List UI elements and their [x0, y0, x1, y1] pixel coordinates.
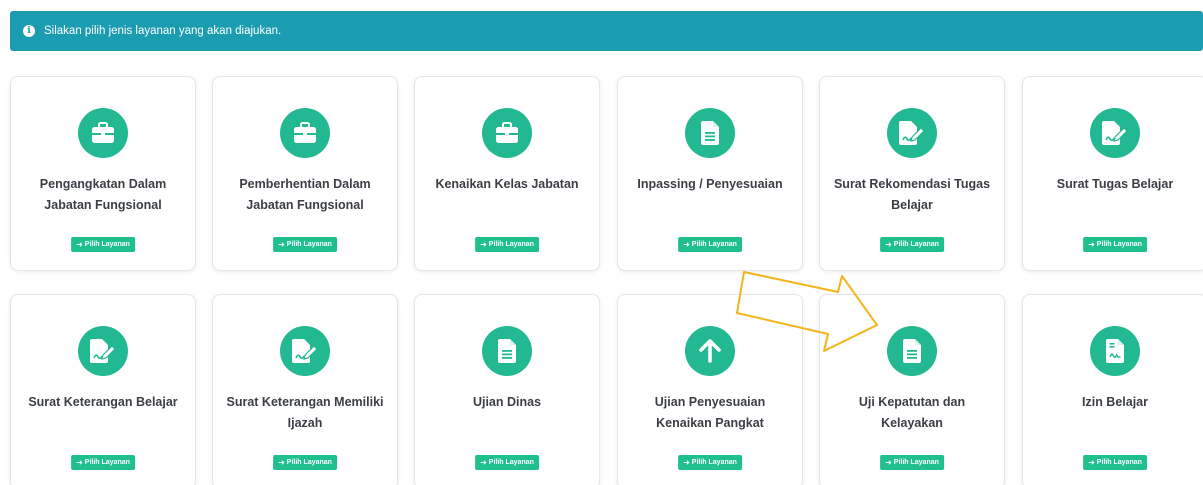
pilih-layanan-button[interactable]: ➜ Pilih Layanan: [678, 237, 742, 252]
briefcase-icon: [280, 108, 330, 158]
pilih-layanan-button[interactable]: ➜ Pilih Layanan: [475, 455, 539, 470]
service-card-uji-kepatutan[interactable]: Uji Kepatutan dan Kelayakan ➜ Pilih Layan…: [819, 294, 1005, 485]
arrow-right-icon: ➜: [1088, 458, 1095, 467]
service-card-pemberhentian[interactable]: Pemberhentian Dalam Jabatan Fungsional ➜…: [212, 76, 398, 271]
signature-edit-icon: [280, 326, 330, 376]
service-title: Ujian Penyesuaian Kenaikan Pangkat: [654, 395, 766, 430]
service-title: Surat Keterangan Memiliki Ijazah: [226, 395, 384, 430]
pilih-layanan-button[interactable]: ➜ Pilih Layanan: [273, 237, 337, 252]
briefcase-icon: [78, 108, 128, 158]
service-card-inpassing[interactable]: Inpassing / Penyesuaian ➜ Pilih Layanan: [617, 76, 803, 271]
pilih-layanan-button[interactable]: ➜ Pilih Layanan: [475, 237, 539, 252]
service-title: Ujian Dinas: [472, 395, 542, 409]
arrow-right-icon: ➜: [885, 458, 892, 467]
service-title: Surat Keterangan Belajar: [28, 395, 178, 409]
pilih-layanan-button[interactable]: ➜ Pilih Layanan: [273, 455, 337, 470]
arrow-right-icon: ➜: [480, 458, 487, 467]
arrow-right-icon: ➜: [480, 240, 487, 249]
briefcase-icon: [482, 108, 532, 158]
service-title: Kenaikan Kelas Jabatan: [435, 177, 579, 191]
arrow-right-icon: ➜: [76, 458, 83, 467]
service-card-surat-keterangan-belajar[interactable]: Surat Keterangan Belajar ➜ Pilih Layanan: [10, 294, 196, 485]
info-icon: i: [23, 25, 35, 37]
service-card-surat-keterangan-ijazah[interactable]: Surat Keterangan Memiliki Ijazah ➜ Pilih …: [212, 294, 398, 485]
service-card-kenaikan-kelas[interactable]: Kenaikan Kelas Jabatan ➜ Pilih Layanan: [414, 76, 600, 271]
pilih-layanan-button[interactable]: ➜ Pilih Layanan: [1083, 455, 1147, 470]
signed-document-icon: [1090, 326, 1140, 376]
service-title: Pengangkatan Dalam Jabatan Fungsional: [39, 177, 167, 212]
pilih-layanan-button[interactable]: ➜ Pilih Layanan: [880, 237, 944, 252]
service-card-rekomendasi-tugas-belajar[interactable]: Surat Rekomendasi Tugas Belajar ➜ Pilih L…: [819, 76, 1005, 271]
alert-text: Silakan pilih jenis layanan yang akan di…: [44, 25, 282, 37]
service-card-ujian-penyesuaian[interactable]: Ujian Penyesuaian Kenaikan Pangkat ➜ Pili…: [617, 294, 803, 485]
arrow-right-icon: ➜: [683, 240, 690, 249]
arrow-right-icon: ➜: [683, 458, 690, 467]
signature-edit-icon: [1090, 108, 1140, 158]
service-card-pengangkatan[interactable]: Pengangkatan Dalam Jabatan Fungsional ➜ P…: [10, 76, 196, 271]
service-title: Pemberhentian Dalam Jabatan Fungsional: [239, 177, 371, 212]
arrow-right-icon: ➜: [885, 240, 892, 249]
service-card-surat-tugas-belajar[interactable]: Surat Tugas Belajar ➜ Pilih Layanan: [1022, 76, 1203, 271]
service-card-ujian-dinas[interactable]: Ujian Dinas ➜ Pilih Layanan: [414, 294, 600, 485]
pilih-layanan-button[interactable]: ➜ Pilih Layanan: [880, 455, 944, 470]
arrow-up-icon: [685, 326, 735, 376]
document-icon: [685, 108, 735, 158]
service-card-izin-belajar[interactable]: Izin Belajar ➜ Pilih Layanan: [1022, 294, 1203, 485]
service-title: Inpassing / Penyesuaian: [637, 177, 783, 191]
document-icon: [887, 326, 937, 376]
info-alert: i Silakan pilih jenis layanan yang akan …: [10, 11, 1203, 51]
service-selection-page: i Silakan pilih jenis layanan yang akan …: [0, 0, 1203, 485]
arrow-right-icon: ➜: [278, 240, 285, 249]
service-title: Surat Rekomendasi Tugas Belajar: [833, 177, 991, 212]
service-title: Uji Kepatutan dan Kelayakan: [858, 395, 966, 430]
arrow-right-icon: ➜: [278, 458, 285, 467]
pilih-layanan-button[interactable]: ➜ Pilih Layanan: [71, 237, 135, 252]
pilih-layanan-button[interactable]: ➜ Pilih Layanan: [71, 455, 135, 470]
pilih-layanan-button[interactable]: ➜ Pilih Layanan: [678, 455, 742, 470]
arrow-right-icon: ➜: [1088, 240, 1095, 249]
signature-edit-icon: [78, 326, 128, 376]
pilih-layanan-button[interactable]: ➜ Pilih Layanan: [1083, 237, 1147, 252]
service-title: Izin Belajar: [1082, 395, 1148, 409]
arrow-right-icon: ➜: [76, 240, 83, 249]
signature-edit-icon: [887, 108, 937, 158]
service-title: Surat Tugas Belajar: [1056, 177, 1174, 191]
document-icon: [482, 326, 532, 376]
